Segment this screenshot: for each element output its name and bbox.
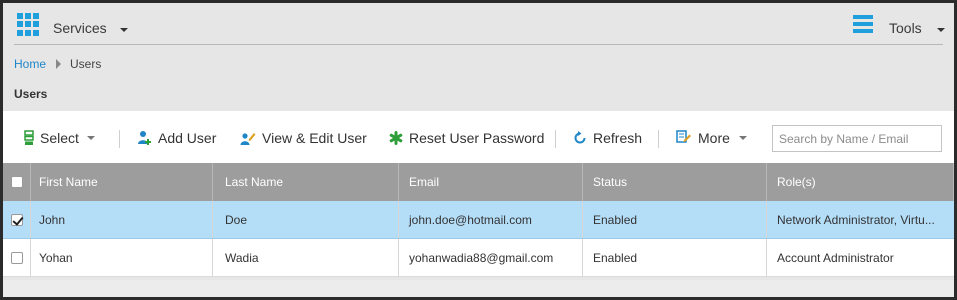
column-header-status[interactable]: Status — [583, 163, 767, 201]
refresh-icon — [574, 131, 586, 144]
toolbar-separator — [658, 130, 659, 148]
cell-status: Enabled — [583, 201, 767, 238]
column-header-email[interactable]: Email — [399, 163, 583, 201]
asterisk-icon — [389, 131, 403, 145]
breadcrumb-current: Users — [70, 57, 102, 71]
column-header-last-name[interactable]: Last Name — [213, 163, 399, 201]
chevron-down-icon[interactable] — [120, 28, 128, 32]
column-header-roles[interactable]: Role(s) — [767, 163, 954, 201]
hamburger-icon[interactable] — [853, 15, 873, 35]
cell-last-name: Wadia — [213, 239, 399, 276]
cell-roles: Network Administrator, Virtu... — [777, 212, 935, 227]
select-button[interactable]: Select — [24, 130, 95, 146]
cell-email: yohanwadia88@gmail.com — [399, 239, 583, 276]
tools-menu-label[interactable]: Tools — [889, 20, 922, 36]
toolbar-separator — [555, 130, 556, 148]
cell-last-name: Doe — [213, 201, 399, 238]
chevron-down-icon — [738, 136, 747, 140]
users-table: First Name Last Name Email Status Role(s… — [3, 163, 954, 277]
add-user-button[interactable]: Add User — [137, 130, 216, 146]
breadcrumb: Home Users — [14, 57, 101, 71]
add-user-label: Add User — [158, 130, 217, 146]
apps-grid-icon[interactable] — [17, 13, 40, 36]
cell-email: john.doe@hotmail.com — [399, 201, 583, 238]
select-icon — [24, 130, 34, 145]
page-title: Users — [14, 87, 48, 101]
table-header-row: First Name Last Name Email Status Role(s… — [3, 163, 954, 201]
services-menu-label[interactable]: Services — [53, 20, 107, 36]
row-checkbox[interactable] — [10, 213, 23, 226]
chevron-down-icon[interactable] — [937, 28, 945, 32]
view-edit-user-label: View & Edit User — [262, 130, 367, 146]
cell-status: Enabled — [583, 239, 767, 276]
refresh-label: Refresh — [593, 130, 643, 146]
edit-user-icon — [240, 133, 256, 145]
row-checkbox-cell[interactable] — [3, 239, 31, 276]
more-icon — [676, 130, 691, 143]
more-button[interactable]: More — [676, 130, 747, 146]
select-label: Select — [40, 130, 79, 146]
more-label: More — [698, 130, 730, 146]
cell-first-name: Yohan — [31, 239, 213, 276]
cell-first-name: John — [31, 201, 213, 238]
divider — [14, 44, 943, 45]
view-edit-user-button[interactable]: View & Edit User — [240, 130, 367, 146]
table-row[interactable]: Yohan Wadia yohanwadia88@gmail.com Enabl… — [3, 239, 954, 277]
top-bar: Services Tools — [3, 3, 954, 45]
refresh-button[interactable]: Refresh — [573, 130, 642, 146]
breadcrumb-arrow-icon — [56, 59, 62, 69]
row-checkbox[interactable] — [10, 251, 23, 264]
add-user-icon — [138, 131, 151, 145]
toolbar-separator — [119, 130, 120, 148]
table-row[interactable]: John Doe john.doe@hotmail.com Enabled Ne… — [3, 201, 954, 239]
select-all-checkbox[interactable] — [10, 176, 23, 188]
reset-password-button[interactable]: Reset User Password — [389, 130, 544, 146]
reset-password-label: Reset User Password — [409, 130, 545, 146]
chevron-down-icon — [86, 136, 95, 140]
toolbar: Select Add User View & Edit User Reset U… — [3, 111, 954, 163]
app-window: Services Tools Home Users Users Select A… — [3, 3, 954, 297]
row-checkbox-cell[interactable] — [3, 201, 31, 238]
column-header-first-name[interactable]: First Name — [31, 163, 213, 201]
cell-roles: Account Administrator — [777, 250, 894, 265]
search-input[interactable] — [772, 125, 942, 152]
header-select-all-cell[interactable] — [3, 163, 31, 201]
table-footer-area — [3, 280, 954, 297]
breadcrumb-home-link[interactable]: Home — [14, 57, 46, 71]
